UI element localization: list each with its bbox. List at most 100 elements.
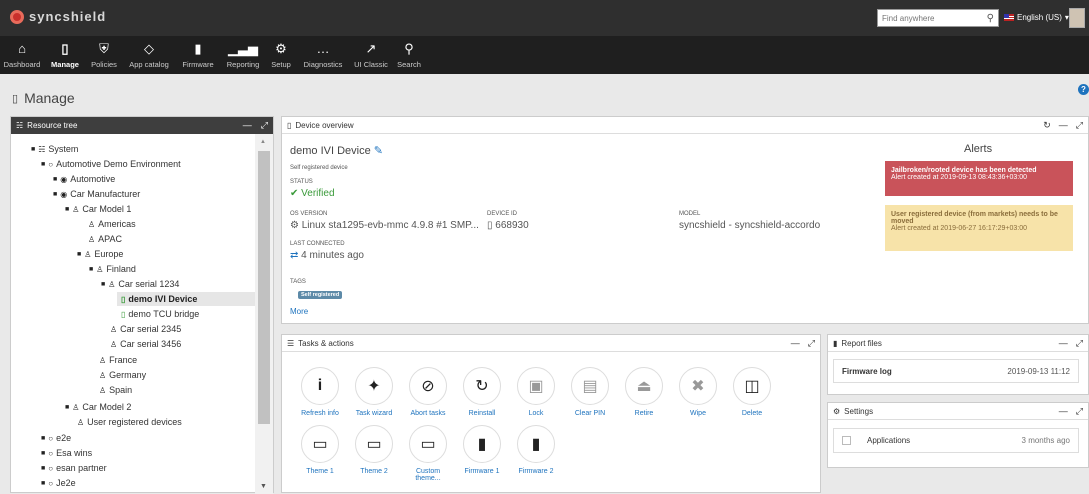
expand-icon[interactable]: ⤢ [1076, 338, 1083, 349]
expand-icon[interactable]: ⤢ [1076, 120, 1083, 131]
brand-logo[interactable]: syncshield [10, 9, 106, 24]
nav-dashboard[interactable]: ⌂ Dashboard [0, 36, 44, 74]
minimize-icon[interactable]: — [1059, 406, 1068, 417]
tag-badge[interactable]: Self registered [298, 291, 343, 299]
nav-reporting[interactable]: ▁▃▅ Reporting [220, 36, 266, 74]
collapse-icon[interactable]: ■ [41, 161, 45, 168]
tree-node[interactable]: ■ ☵ System [31, 144, 78, 154]
nav-manage[interactable]: ▯ Manage [44, 36, 86, 74]
device-subtitle: Self registered device [290, 165, 348, 171]
tree-node[interactable]: ♙ Germany [99, 370, 146, 380]
tree-node[interactable]: ♙ Car serial 3456 [110, 339, 181, 349]
minimize-icon[interactable]: — [1059, 338, 1068, 349]
mobile-icon: ▯ [287, 120, 292, 130]
tree-node-label: APAC [98, 234, 123, 244]
minimize-icon[interactable]: — [243, 120, 252, 131]
search-icon[interactable]: ⚲ [987, 13, 994, 24]
tree-node[interactable]: ■ ○ Esa wins [41, 448, 92, 458]
refresh-icon[interactable]: ↻ [1043, 120, 1051, 131]
more-link[interactable]: More [290, 307, 308, 316]
edit-icon[interactable]: ✎ [374, 145, 383, 157]
global-search[interactable]: ⚲ [877, 9, 999, 27]
reinstall-button[interactable]: ↻ Reinstall [458, 367, 506, 417]
tree-node-label: Car Model 1 [82, 204, 132, 214]
settings-row[interactable]: Applications 3 months ago [833, 428, 1079, 453]
nav-app-catalog[interactable]: ◇ App catalog [122, 36, 176, 74]
theme-1-button[interactable]: ▭ Theme 1 [296, 425, 344, 475]
expand-icon[interactable]: ⤢ [808, 338, 815, 349]
search-icon: ⚲ [404, 41, 414, 56]
tree-node[interactable]: ♙ APAC [88, 234, 122, 244]
nav-setup[interactable]: ⚙ Setup [266, 36, 296, 74]
tree-node-selected[interactable]: ▯ demo IVI Device [117, 292, 255, 306]
tree-node[interactable]: ♙ France [99, 355, 137, 365]
tree-node[interactable]: ■ ♙ Car serial 1234 [101, 279, 179, 289]
collapse-icon[interactable]: ■ [53, 191, 57, 198]
wipe-button[interactable]: ✖ Wipe [674, 367, 722, 417]
nav-policies[interactable]: ⛨ Policies [86, 36, 122, 74]
lock-button[interactable]: ▣ Lock [512, 367, 560, 417]
collapse-icon[interactable]: ■ [65, 206, 69, 213]
expand-node-icon[interactable]: ■ [41, 450, 45, 457]
search-input[interactable] [882, 13, 974, 23]
nav-search[interactable]: ⚲ Search [392, 36, 426, 74]
alert-danger[interactable]: Jailbroken/rooted device has been detect… [885, 161, 1073, 196]
gear-icon: ⚙ [833, 406, 841, 416]
tree-node[interactable]: ■ ◉ Automotive [53, 174, 115, 184]
theme-2-button[interactable]: ▭ Theme 2 [350, 425, 398, 475]
group-icon: ○ [48, 463, 54, 473]
nav-ui-classic[interactable]: ↗ UI Classic [350, 36, 392, 74]
tree-node[interactable]: ▯ demo TCU bridge [121, 309, 199, 319]
tree-node[interactable]: ■ ♙ Car Model 2 [65, 402, 131, 412]
refresh-info-button[interactable]: i Refresh info [296, 367, 344, 417]
tree-node[interactable]: ■ ○ e2e [41, 433, 71, 443]
tree-node[interactable]: ■ ♙ Finland [89, 264, 136, 274]
tree-node[interactable]: ♙ Americas [88, 219, 136, 229]
firmware-1-button[interactable]: ▮ Firmware 1 [458, 425, 506, 475]
collapse-icon[interactable]: ■ [53, 176, 57, 183]
collapse-icon[interactable]: ■ [89, 266, 93, 273]
expand-node-icon[interactable]: ■ [65, 404, 69, 411]
collapse-icon[interactable]: ■ [77, 251, 81, 258]
expand-node-icon[interactable]: ■ [41, 465, 45, 472]
collapse-icon[interactable]: ■ [101, 281, 105, 288]
nav-diagnostics[interactable]: … Diagnostics [296, 36, 350, 74]
minimize-icon[interactable]: — [791, 338, 800, 349]
tree-node[interactable]: ■ ○ Je2e [41, 478, 76, 488]
tree-node[interactable]: ■ ♙ Car Model 1 [65, 204, 131, 214]
tree-scrollbar[interactable]: ▲ ▼ [255, 134, 273, 494]
abort-tasks-button[interactable]: ⊘ Abort tasks [404, 367, 452, 417]
clear-pin-button[interactable]: ▤ Clear PIN [566, 367, 614, 417]
tree-node[interactable]: ■ ○ esan partner [41, 463, 107, 473]
tree-node[interactable]: ■ ○ Automotive Demo Environment [41, 159, 181, 169]
nav-firmware[interactable]: ▮ Firmware [176, 36, 220, 74]
expand-node-icon[interactable]: ■ [41, 435, 45, 442]
tree-node[interactable]: ♙ Car serial 2345 [110, 324, 181, 334]
refresh-icon: ↻ [463, 367, 501, 405]
retire-button[interactable]: ⏏ Retire [620, 367, 668, 417]
last-connected-text: 4 minutes ago [301, 250, 364, 261]
avatar[interactable] [1069, 8, 1085, 28]
scroll-up-icon[interactable]: ▲ [260, 139, 266, 145]
help-icon[interactable]: ? [1078, 84, 1089, 95]
report-file-row[interactable]: Firmware log 2019-09-13 11:12 [833, 359, 1079, 383]
collapse-icon[interactable]: ■ [31, 146, 35, 153]
scrollbar-thumb[interactable] [258, 151, 270, 424]
task-wizard-button[interactable]: ✦ Task wizard [350, 367, 398, 417]
alert-warning[interactable]: User registered device (from markets) ne… [885, 205, 1073, 251]
tree-node[interactable]: ♙ Spain [99, 385, 132, 395]
firmware-2-button[interactable]: ▮ Firmware 2 [512, 425, 560, 475]
scroll-down-icon[interactable]: ▼ [260, 483, 267, 490]
custom-theme-button[interactable]: ▭ Custom theme... [404, 425, 452, 482]
tree-node[interactable]: ■ ♙ Europe [77, 249, 123, 259]
minimize-icon[interactable]: — [1059, 120, 1068, 131]
checkbox[interactable] [842, 436, 851, 445]
tree-node[interactable]: ♙ User registered devices [77, 417, 182, 427]
delete-button[interactable]: ◫ Delete [728, 367, 776, 417]
expand-icon[interactable]: ⤢ [261, 120, 268, 131]
external-link-icon: ↗ [365, 41, 377, 56]
tree-node[interactable]: ■ ◉ Car Manufacturer [53, 189, 140, 199]
expand-icon[interactable]: ⤢ [1076, 406, 1083, 417]
expand-node-icon[interactable]: ■ [41, 480, 45, 487]
language-selector[interactable]: English (US) ▾ [1004, 13, 1069, 22]
